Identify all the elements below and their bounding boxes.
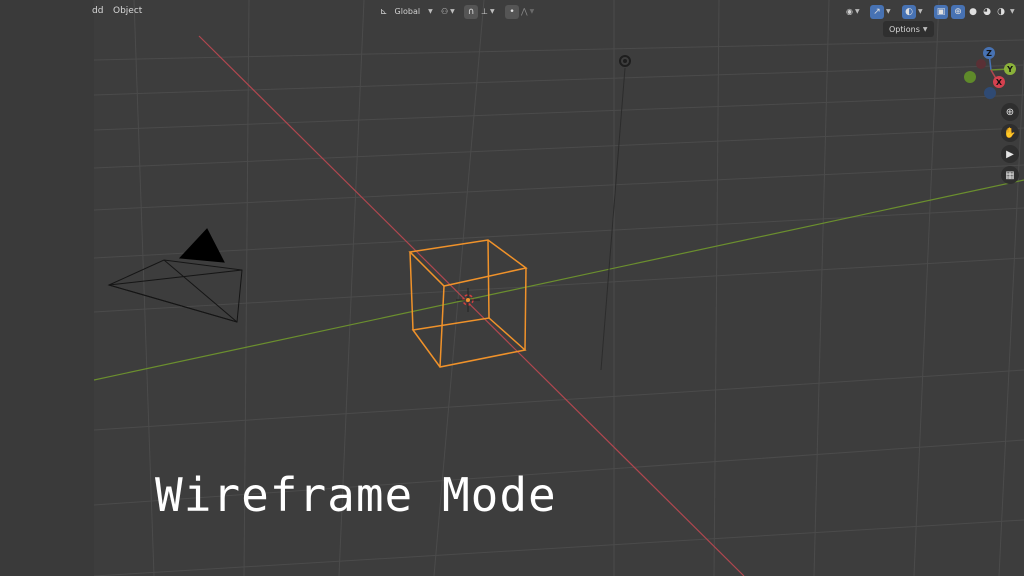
- orientation-label: Global: [394, 7, 421, 16]
- chevron-down-icon: ▼: [854, 8, 860, 15]
- camera-object[interactable]: [107, 228, 243, 323]
- camera-view-button[interactable]: ▶: [1001, 145, 1019, 163]
- pivot-point-dropdown[interactable]: ⚇ ▼: [441, 4, 455, 19]
- pivot-icon: ⚇: [441, 7, 449, 16]
- shading-rendered[interactable]: ◑ ▼: [994, 4, 1015, 19]
- light-object[interactable]: [600, 55, 631, 371]
- shading-solid[interactable]: ●: [966, 4, 980, 19]
- hand-icon: ✋: [1003, 127, 1017, 139]
- gizmo-x-label: X: [996, 78, 1003, 87]
- shading-material[interactable]: ◕: [980, 4, 994, 19]
- options-label: Options: [889, 24, 920, 34]
- chevron-down-icon: ▼: [918, 8, 923, 15]
- pan-button[interactable]: ✋: [1001, 124, 1019, 142]
- snap-target-dropdown[interactable]: ⊥ ▼: [481, 4, 495, 19]
- xray-icon: ▣: [934, 4, 948, 19]
- chevron-down-icon: ▼: [922, 25, 928, 33]
- chevron-down-icon: ▼: [886, 8, 891, 15]
- chevron-down-icon: ▼: [1010, 8, 1015, 15]
- orientation-axes-icon: ⊾: [380, 6, 388, 17]
- chevron-down-icon: ▼: [529, 8, 535, 15]
- gizmo-toggle[interactable]: ↗ ▼: [870, 4, 891, 19]
- proportional-edit-icon: •: [505, 4, 519, 19]
- falloff-dropdown[interactable]: ⋀ ▼: [521, 4, 534, 19]
- options-dropdown[interactable]: Options ▼: [883, 21, 934, 37]
- gizmo-y-label: Y: [1006, 65, 1013, 74]
- transform-orientation-dropdown[interactable]: ⊾ Global ▼: [380, 4, 433, 19]
- zoom-icon: ⊕: [1005, 106, 1015, 118]
- camera-icon: ▶: [1006, 148, 1014, 160]
- visibility-dropdown[interactable]: ◉ ▼: [846, 4, 860, 19]
- overlay-caption: Wireframe Mode: [155, 468, 557, 522]
- perspective-toggle-button[interactable]: ▦: [1001, 166, 1019, 184]
- navigation-gizmo[interactable]: Z Y X: [964, 47, 1016, 99]
- grid-icon: ▦: [1005, 169, 1015, 181]
- menu-object[interactable]: Object: [113, 6, 142, 16]
- gizmo-z-label: Z: [986, 49, 992, 58]
- proportional-edit-toggle[interactable]: •: [505, 4, 519, 19]
- zoom-button[interactable]: ⊕: [1001, 103, 1019, 121]
- overlays-icon: ◐: [902, 4, 916, 19]
- gizmo-icon: ↗: [870, 4, 884, 19]
- shading-wireframe[interactable]: ⊕: [951, 4, 965, 19]
- snap-toggle[interactable]: ∩: [464, 4, 478, 19]
- snap-increment-icon: ⊥: [481, 7, 488, 16]
- rendered-shading-icon: ◑: [997, 6, 1005, 17]
- chevron-down-icon: ▼: [450, 8, 455, 15]
- material-shading-icon: ◕: [983, 6, 991, 17]
- solid-shading-icon: ●: [969, 6, 977, 17]
- menu-add[interactable]: dd: [92, 6, 103, 16]
- magnet-icon: ∩: [464, 4, 478, 19]
- 3d-cursor: [456, 288, 480, 312]
- xray-toggle[interactable]: ▣: [934, 4, 948, 19]
- overlays-toggle[interactable]: ◐ ▼: [902, 4, 923, 19]
- chevron-down-icon: ▼: [489, 8, 495, 15]
- y-axis-line: [94, 179, 1024, 381]
- eye-icon: ◉: [846, 7, 853, 16]
- tool-panel: [0, 0, 94, 576]
- chevron-down-icon: ▼: [428, 8, 433, 15]
- falloff-curve-icon: ⋀: [521, 7, 528, 16]
- viewport-header: dd Object ⊾ Global ▼ ⚇ ▼ ∩ ⊥ ▼ • ⋀ ▼ ◉ ▼ ↗ ▼ …: [92, 3, 1024, 21]
- wireframe-shading-icon: ⊕: [951, 4, 965, 19]
